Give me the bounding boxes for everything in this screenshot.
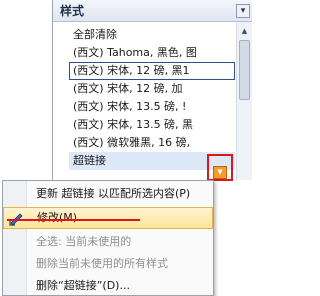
style-list: 全部清除 (西文) Tahoma, 黑色, 图 (西文) 宋体, 12 磅, 黑… xyxy=(69,26,235,174)
style-item-clear-all[interactable]: 全部清除 xyxy=(69,26,235,44)
vertical-scrollbar[interactable]: ▲ xyxy=(236,22,252,180)
scroll-thumb[interactable] xyxy=(239,40,250,100)
style-item-selected[interactable]: (西文) 宋体, 12 磅, 黑1 xyxy=(69,62,235,80)
styles-pane: 样式 ▾ 全部清除 (西文) Tahoma, 黑色, 图 (西文) 宋体, 12… xyxy=(52,0,252,181)
menu-item-select-all-unused: 全选: 当前未使用的 xyxy=(36,235,132,248)
pane-options-icon[interactable]: ▾ xyxy=(236,4,250,18)
styles-pane-title: 样式 xyxy=(53,0,252,22)
menu-item-modify[interactable]: 修改(M)... xyxy=(3,207,213,229)
style-context-menu: 更新 超链接 以匹配所选内容(P) 修改(M)... 全选: 当前未使用的 删除… xyxy=(2,180,214,296)
annotation-underline xyxy=(7,219,140,221)
dropdown-arrow-icon[interactable]: ▼ xyxy=(213,166,227,179)
menu-item-delete-hyperlink[interactable]: 删除“超链接”(D)... xyxy=(3,275,213,296)
style-item[interactable]: (西文) Tahoma, 黑色, 图 xyxy=(69,44,235,62)
screenshot-root: 样式 ▾ 全部清除 (西文) Tahoma, 黑色, 图 (西文) 宋体, 12… xyxy=(0,0,252,296)
scroll-up-arrow-icon[interactable]: ▲ xyxy=(239,26,250,36)
menu-item-modify-label: 修改(M)... xyxy=(37,211,88,224)
style-item[interactable]: (西文) 宋体, 12 磅, 加 xyxy=(69,80,235,98)
style-item[interactable]: (西文) 微软雅黑, 16 磅, xyxy=(69,134,235,152)
style-item[interactable]: (西文) 宋体, 13.5 磅, ! xyxy=(69,98,235,116)
style-item-hyperlink[interactable]: 超链接 xyxy=(69,152,235,170)
menu-item-delete-all-unused: 删除当前未使用的所有样式 xyxy=(36,257,168,270)
menu-item-update-to-match[interactable]: 更新 超链接 以匹配所选内容(P) xyxy=(3,183,213,205)
style-item[interactable]: (西文) 宋体, 13.5 磅, 黑 xyxy=(69,116,235,134)
